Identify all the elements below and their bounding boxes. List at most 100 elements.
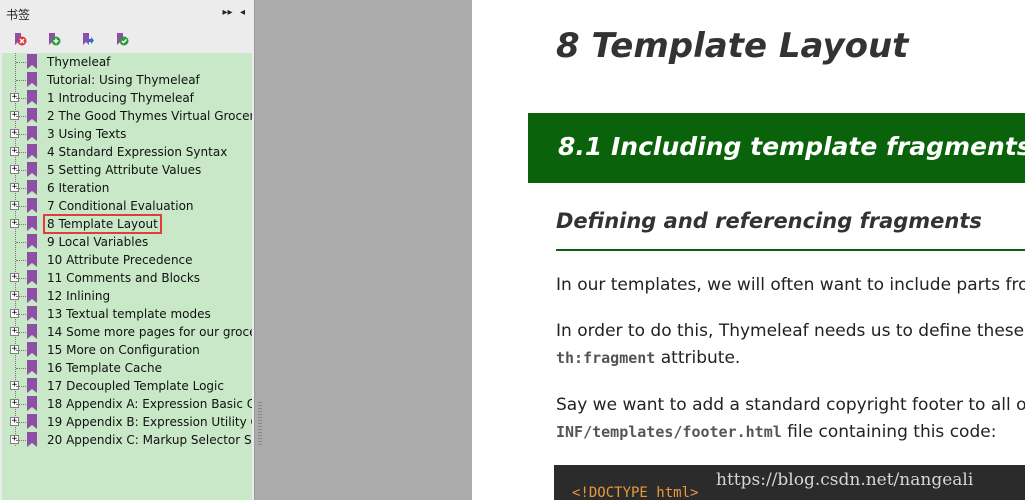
delete-bookmark-icon <box>15 33 27 46</box>
bookmark-item[interactable]: +20 Appendix C: Markup Selector Synta <box>2 431 252 449</box>
bookmark-label: 1 Introducing Thymeleaf <box>47 91 194 105</box>
tree-connector <box>16 386 26 387</box>
bookmark-icon <box>27 288 37 303</box>
bookmark-item[interactable]: +1 Introducing Thymeleaf <box>2 89 252 107</box>
bookmark-item[interactable]: +7 Conditional Evaluation <box>2 197 252 215</box>
bookmark-label: 19 Appendix B: Expression Utility Obje <box>47 415 252 429</box>
add-bookmark-button[interactable] <box>44 30 64 50</box>
bookmark-label: 8 Template Layout <box>43 214 162 234</box>
bookmark-item[interactable]: +5 Setting Attribute Values <box>2 161 252 179</box>
tree-connector <box>16 404 26 405</box>
subsection-rule <box>556 249 1025 251</box>
bookmark-item[interactable]: +15 More on Configuration <box>2 341 252 359</box>
bookmark-icon <box>27 378 37 393</box>
goto-bookmark-button[interactable] <box>78 30 98 50</box>
delete-bookmark-button[interactable] <box>10 30 30 50</box>
bookmark-item[interactable]: +3 Using Texts <box>2 125 252 143</box>
bookmark-icon <box>27 324 37 339</box>
bookmark-item[interactable]: +14 Some more pages for our grocery <box>2 323 252 341</box>
bookmark-label: 16 Template Cache <box>47 361 162 375</box>
code-line: <!DOCTYPE html> <box>572 485 699 500</box>
bookmark-item[interactable]: 10 Attribute Precedence <box>2 251 252 269</box>
bookmark-label: 11 Comments and Blocks <box>47 271 201 285</box>
bookmark-icon <box>27 396 37 411</box>
bookmark-item[interactable]: +13 Textual template modes <box>2 305 252 323</box>
bookmark-label: 13 Textual template modes <box>47 307 211 321</box>
bookmark-item[interactable]: +12 Inlining <box>2 287 252 305</box>
paragraph-1: In our templates, we will often want to … <box>556 275 1025 295</box>
collapse-panel-icon[interactable]: ◂ <box>237 6 248 20</box>
paragraph-2-line-2: th:fragment attribute. <box>556 348 740 368</box>
bookmark-icon <box>27 90 37 105</box>
bookmark-icon <box>27 108 37 123</box>
tree-connector <box>16 278 26 279</box>
bookmark-item[interactable]: +4 Standard Expression Syntax <box>2 143 252 161</box>
bookmark-icon <box>27 72 37 87</box>
bookmark-item[interactable]: +19 Appendix B: Expression Utility Obje <box>2 413 252 431</box>
bookmark-label: 10 Attribute Precedence <box>47 253 193 267</box>
bookmark-label: 20 Appendix C: Markup Selector Synta <box>47 433 252 447</box>
bookmark-label: 5 Setting Attribute Values <box>47 163 202 177</box>
bookmark-properties-button[interactable] <box>112 30 132 50</box>
bookmark-item[interactable]: +2 The Good Thymes Virtual Grocery <box>2 107 252 125</box>
tree-connector <box>16 368 26 369</box>
bookmark-label: 9 Local Variables <box>47 235 149 249</box>
bookmark-item[interactable]: +8 Template Layout <box>2 214 252 234</box>
watermark-text: https://blog.csdn.net/nangeali <box>716 470 974 490</box>
bookmark-icon <box>27 216 37 231</box>
tree-connector <box>16 116 26 117</box>
bookmark-item[interactable]: +18 Appendix A: Expression Basic Obje <box>2 395 252 413</box>
bookmark-item[interactable]: Tutorial: Using Thymeleaf <box>2 71 252 89</box>
bookmark-label: 7 Conditional Evaluation <box>47 199 194 213</box>
paragraph-3-text: file containing this code: <box>781 422 997 442</box>
panel-options-icon[interactable]: ▸▸ <box>222 6 233 20</box>
tree-connector <box>16 260 26 261</box>
paragraph-2-text: attribute. <box>655 348 741 368</box>
bookmark-item[interactable]: +17 Decoupled Template Logic <box>2 377 252 395</box>
inline-code-footer-path: INF/templates/footer.html <box>556 423 782 441</box>
bookmark-icon <box>27 234 37 249</box>
tree-connector <box>16 206 26 207</box>
inline-code-th-fragment: th:fragment <box>556 349 656 367</box>
bookmark-icon <box>27 144 37 159</box>
tree-connector <box>16 80 26 81</box>
bookmark-item[interactable]: +11 Comments and Blocks <box>2 269 252 287</box>
bookmarks-toolbar <box>0 28 254 52</box>
bookmark-label: Tutorial: Using Thymeleaf <box>47 73 200 87</box>
bookmark-icon <box>27 432 37 447</box>
bookmark-label: 18 Appendix A: Expression Basic Obje <box>47 397 252 411</box>
tree-connector <box>16 62 26 63</box>
bookmark-label: 4 Standard Expression Syntax <box>47 145 228 159</box>
tree-connector <box>16 224 26 225</box>
bookmark-label: 17 Decoupled Template Logic <box>47 379 224 393</box>
bookmark-label: 12 Inlining <box>47 289 111 303</box>
bookmark-icon <box>27 126 37 141</box>
section-heading-bar: 8.1 Including template fragments <box>528 113 1025 183</box>
bookmark-tree: Thymeleaf Tutorial: Using Thymeleaf +1 Int… <box>2 53 252 500</box>
bookmark-label: 2 The Good Thymes Virtual Grocery <box>47 109 252 123</box>
bookmark-item[interactable]: Thymeleaf <box>2 53 252 71</box>
tree-connector <box>16 98 26 99</box>
tree-connector <box>16 188 26 189</box>
bookmark-properties-icon <box>117 33 129 46</box>
bookmark-icon <box>27 54 37 69</box>
tree-connector <box>16 422 26 423</box>
chapter-heading: 8 Template Layout <box>556 26 909 66</box>
tree-connector <box>16 152 26 153</box>
bookmark-item[interactable]: 16 Template Cache <box>2 359 252 377</box>
bookmark-icon <box>27 414 37 429</box>
paragraph-3-line-1: Say we want to add a standard copyright … <box>556 395 1025 415</box>
bookmark-label: 14 Some more pages for our grocery <box>47 325 252 339</box>
bookmark-item[interactable]: 9 Local Variables <box>2 233 252 251</box>
bookmark-icon <box>27 252 37 267</box>
bookmark-icon <box>27 198 37 213</box>
bookmarks-title: 书签 <box>6 7 31 22</box>
panel-resize-grip[interactable] <box>258 402 262 446</box>
bookmark-label: 6 Iteration <box>47 181 110 195</box>
goto-bookmark-icon <box>83 33 94 45</box>
paragraph-3-line-2: INF/templates/footer.html file containin… <box>556 422 996 442</box>
tree-connector <box>16 242 26 243</box>
bookmark-label: Thymeleaf <box>47 55 111 69</box>
bookmark-item[interactable]: +6 Iteration <box>2 179 252 197</box>
tree-connector <box>16 332 26 333</box>
